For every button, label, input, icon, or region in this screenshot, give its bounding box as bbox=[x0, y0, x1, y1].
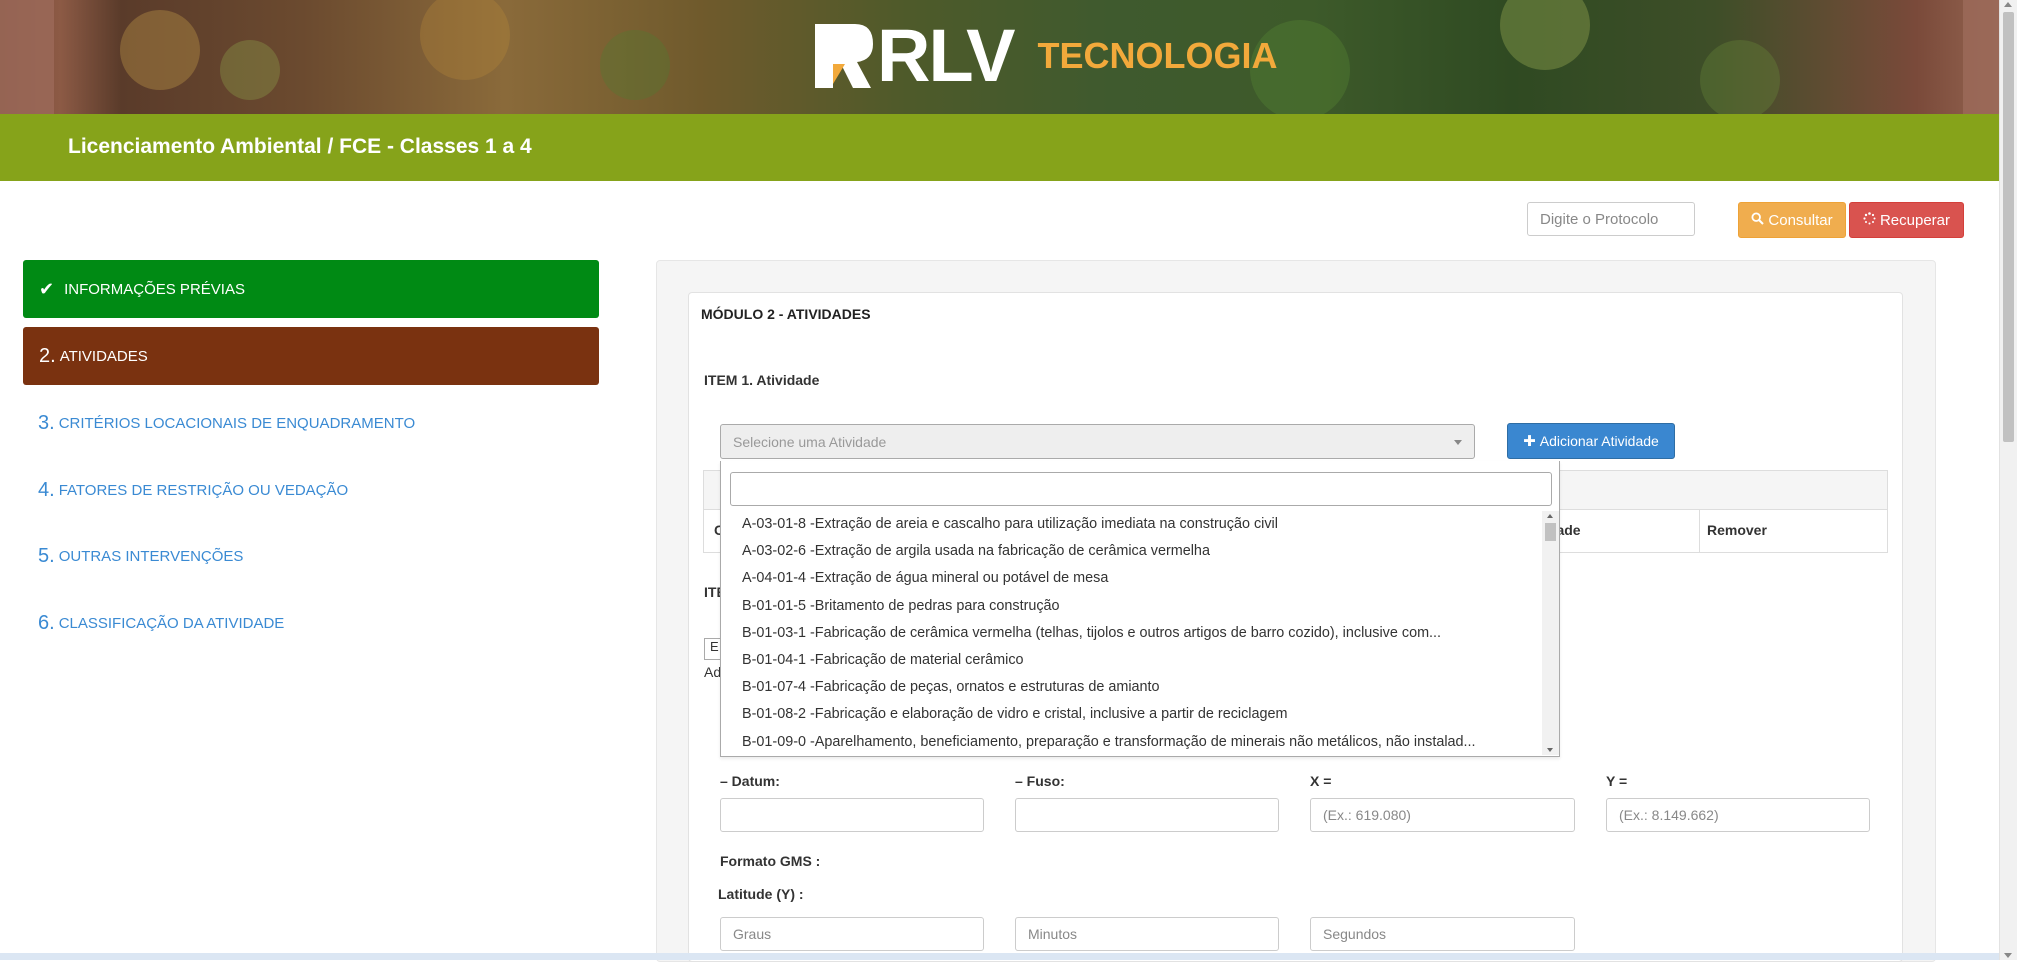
scroll-down-icon[interactable] bbox=[1547, 748, 1553, 752]
scroll-thumb[interactable] bbox=[2003, 12, 2014, 442]
datum-label: – Datum: bbox=[720, 773, 780, 789]
sidebar-item-atividades[interactable]: 2. ATIVIDADES bbox=[23, 327, 599, 385]
logo-subtitle: TECNOLOGIA bbox=[1037, 35, 1278, 76]
module-title: MÓDULO 2 - ATIVIDADES bbox=[701, 306, 871, 322]
bottom-strip bbox=[0, 953, 2000, 960]
protocol-search-input[interactable] bbox=[1527, 202, 1695, 236]
consult-button[interactable]: Consultar bbox=[1738, 202, 1846, 238]
title-bar: Licenciamento Ambiental / FCE - Classes … bbox=[0, 114, 2000, 181]
banner-bokeh bbox=[420, 0, 510, 80]
dropdown-option[interactable]: A-03-01-8 -Extração de areia e cascalho … bbox=[721, 511, 1539, 538]
table-col-remove: Remover bbox=[1707, 522, 1767, 538]
sidebar-item-label: CLASSIFICAÇÃO DA ATIVIDADE bbox=[58, 614, 285, 632]
small-option-text: Ad bbox=[704, 664, 722, 680]
fuso-label: – Fuso: bbox=[1015, 773, 1065, 789]
scroll-thumb[interactable] bbox=[1545, 523, 1556, 541]
dropdown-options-list: A-03-01-8 -Extração de areia e cascalho … bbox=[721, 511, 1539, 757]
header-banner: RLV TECNOLOGIA bbox=[0, 0, 2017, 114]
latitude-degrees-input[interactable] bbox=[720, 917, 984, 951]
plus-icon: ✚ bbox=[1523, 433, 1536, 450]
add-activity-button[interactable]: ✚ Adicionar Atividade bbox=[1507, 423, 1675, 459]
sidebar-item-outras-intervencoes[interactable]: 5. OUTRAS INTERVENÇÕES bbox=[23, 536, 599, 576]
y-label: Y = bbox=[1606, 773, 1628, 789]
check-icon: ✔ bbox=[39, 278, 55, 299]
dropdown-search-input[interactable] bbox=[730, 472, 1552, 506]
fuso-input[interactable] bbox=[1015, 798, 1279, 832]
dropdown-option[interactable]: B-01-04-1 -Fabricação de material cerâmi… bbox=[721, 647, 1539, 674]
sidebar-item-label: CRITÉRIOS LOCACIONAIS DE ENQUADRAMENTO bbox=[58, 414, 416, 432]
dropdown-option[interactable]: B-01-03-1 -Fabricação de cerâmica vermel… bbox=[721, 620, 1539, 647]
banner-bokeh bbox=[1500, 0, 1590, 70]
latitude-minutes-input[interactable] bbox=[1015, 917, 1279, 951]
recover-button[interactable]: Recuperar bbox=[1849, 202, 1964, 238]
banner-bokeh bbox=[1700, 40, 1780, 114]
table-separator bbox=[1699, 510, 1700, 552]
spinner-icon bbox=[1863, 211, 1876, 229]
sidebar-item-number: 3. bbox=[38, 411, 55, 434]
activity-select[interactable]: Selecione uma Atividade bbox=[720, 424, 1475, 459]
sidebar-item-number: 5. bbox=[38, 544, 55, 567]
scroll-down-icon[interactable] bbox=[2004, 953, 2012, 958]
item1-title: ITEM 1. Atividade bbox=[704, 372, 820, 388]
sidebar-item-criterios-locacionais[interactable]: 3. CRITÉRIOS LOCACIONAIS DE ENQUADRAMENT… bbox=[23, 403, 599, 443]
page-title: Licenciamento Ambiental / FCE - Classes … bbox=[68, 135, 532, 158]
x-coordinate-input[interactable] bbox=[1310, 798, 1575, 832]
sidebar-item-number: 4. bbox=[38, 478, 55, 501]
activity-dropdown[interactable]: A-03-01-8 -Extração de areia e cascalho … bbox=[720, 461, 1560, 757]
y-coordinate-input[interactable] bbox=[1606, 798, 1870, 832]
sidebar-item-informacoes-previas[interactable]: ✔ INFORMAÇÕES PRÉVIAS bbox=[23, 260, 599, 318]
x-label: X = bbox=[1310, 773, 1332, 789]
logo-text: RLV bbox=[877, 14, 1016, 97]
sidebar-item-label: OUTRAS INTERVENÇÕES bbox=[58, 547, 244, 565]
latitude-label: Latitude (Y) : bbox=[718, 886, 804, 902]
chevron-down-icon bbox=[1454, 440, 1462, 445]
dropdown-option[interactable]: B-01-08-2 -Fabricação e elaboração de vi… bbox=[721, 701, 1539, 728]
consult-button-label: Consultar bbox=[1768, 211, 1833, 229]
banner-edge-left bbox=[0, 0, 54, 114]
sidebar-item-label: INFORMAÇÕES PRÉVIAS bbox=[64, 280, 245, 298]
logo-mark: RLV bbox=[815, 14, 1016, 97]
dropdown-option[interactable]: B-01-01-5 -Britamento de pedras para con… bbox=[721, 593, 1539, 620]
gms-format-label: Formato GMS : bbox=[720, 853, 821, 869]
dropdown-option[interactable]: A-04-01-4 -Extração de água mineral ou p… bbox=[721, 565, 1539, 592]
page-scrollbar[interactable] bbox=[1999, 0, 2017, 960]
banner-bokeh bbox=[220, 40, 280, 100]
sidebar-item-label: FATORES DE RESTRIÇÃO OU VEDAÇÃO bbox=[58, 481, 349, 499]
dropdown-option[interactable]: B-01-07-4 -Fabricação de peças, ornatos … bbox=[721, 674, 1539, 701]
sidebar-item-number: 2. bbox=[39, 344, 56, 367]
dropdown-option[interactable]: B-01-09-0 -Aparelhamento, beneficiamento… bbox=[721, 729, 1539, 756]
datum-input[interactable] bbox=[720, 798, 984, 832]
brand-logo[interactable]: RLV TECNOLOGIA bbox=[815, 14, 1278, 97]
add-activity-label: Adicionar Atividade bbox=[1539, 433, 1659, 449]
latitude-seconds-input[interactable] bbox=[1310, 917, 1575, 951]
logo-r-icon bbox=[815, 24, 873, 88]
banner-bokeh bbox=[120, 10, 200, 90]
dropdown-scrollbar[interactable] bbox=[1542, 511, 1559, 755]
sidebar-item-label: ATIVIDADES bbox=[59, 347, 148, 365]
sidebar-item-number: 6. bbox=[38, 611, 55, 634]
sidebar-item-classificacao[interactable]: 6. CLASSIFICAÇÃO DA ATIVIDADE bbox=[23, 603, 599, 643]
scroll-up-icon[interactable] bbox=[2004, 2, 2012, 7]
banner-bokeh bbox=[600, 30, 670, 100]
dropdown-option[interactable]: A-03-02-6 -Extração de argila usada na f… bbox=[721, 538, 1539, 565]
search-icon bbox=[1751, 211, 1765, 229]
banner-edge-right bbox=[1963, 0, 2003, 114]
scroll-up-icon[interactable] bbox=[1547, 514, 1553, 518]
activity-select-placeholder: Selecione uma Atividade bbox=[733, 433, 887, 450]
sidebar-item-fatores-restricao[interactable]: 4. FATORES DE RESTRIÇÃO OU VEDAÇÃO bbox=[23, 470, 599, 510]
recover-button-label: Recuperar bbox=[1879, 211, 1951, 229]
